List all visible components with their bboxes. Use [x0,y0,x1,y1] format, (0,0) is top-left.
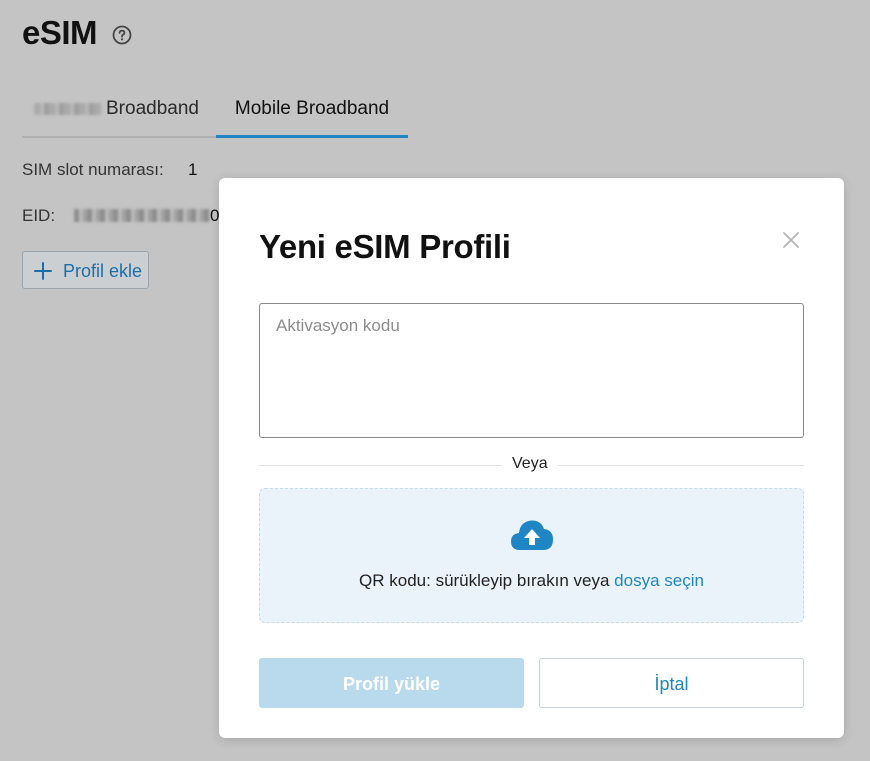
dropzone-instruction: QR kodu: sürükleyip bırakın veya [359,571,610,590]
tab-mobile-broadband-label: Mobile Broadband [234,98,390,119]
tab-broadband[interactable]: Broadband [34,90,199,136]
sim-slot-row: SIM slot numarası: 1 [22,160,197,180]
new-esim-profile-dialog: Yeni eSIM Profili Veya QR kodu: sürükley… [219,178,844,738]
upload-profile-button[interactable]: Profil yükle [259,658,524,708]
dialog-title: Yeni eSIM Profili [259,228,511,265]
sim-slot-label: SIM slot numarası: [22,160,164,179]
qr-dropzone[interactable]: QR kodu: sürükleyip bırakın veya dosya s… [259,488,804,623]
tab-bar: Broadband Mobile Broadband [22,90,408,138]
eid-row: EID: 0 [22,206,219,226]
plus-icon [34,262,52,280]
help-circle-icon[interactable] [112,25,132,45]
or-divider-label: Veya [502,455,558,473]
activation-code-input[interactable] [259,303,804,438]
dropzone-text: QR kodu: sürükleyip bırakın veya dosya s… [260,571,803,591]
tab-mobile-broadband[interactable]: Mobile Broadband [216,90,408,138]
choose-file-link[interactable]: dosya seçin [614,571,704,590]
add-profile-button[interactable]: Profil ekle [22,251,149,289]
cloud-upload-icon [511,520,553,550]
redacted-text [34,102,102,115]
tab-broadband-label: Broadband [106,98,199,119]
cancel-button[interactable]: İptal [539,658,804,708]
eid-label: EID: [22,206,56,225]
page-title: eSIM [22,14,98,51]
close-icon[interactable] [781,230,801,250]
add-profile-label: Profil ekle [63,261,143,281]
eid-redacted-value [74,209,210,222]
sim-slot-value: 1 [188,160,198,179]
